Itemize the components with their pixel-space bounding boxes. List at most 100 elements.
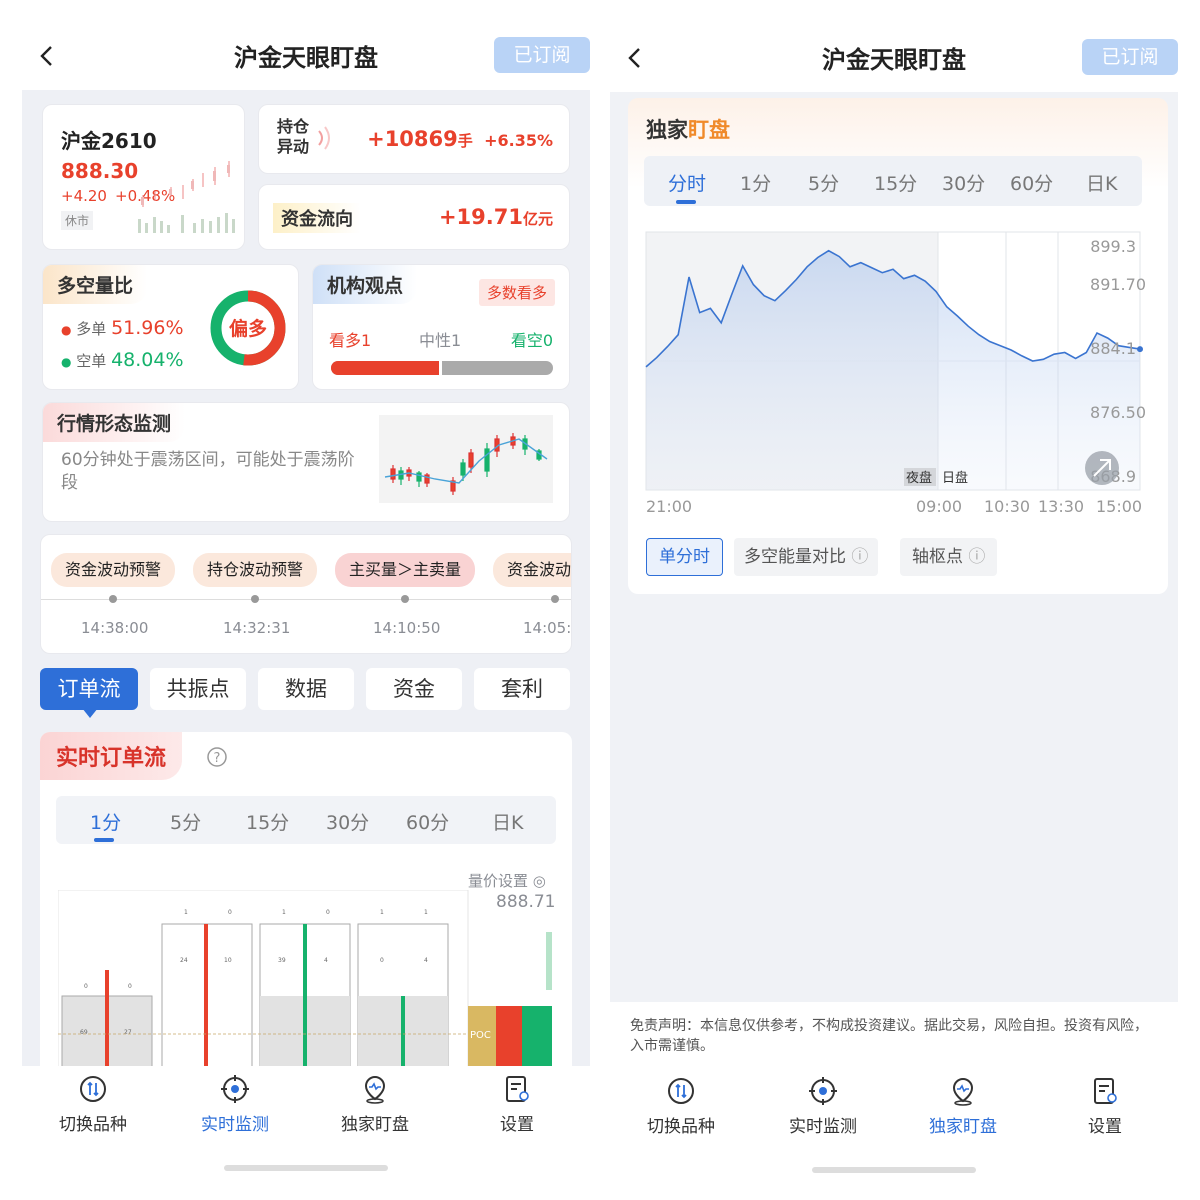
tab-arbitrage[interactable]: 套利 bbox=[474, 668, 570, 710]
volume-price-settings-link[interactable]: 量价设置 ◎ bbox=[468, 870, 546, 891]
tab-realtime-monitor[interactable]: 实时监测 bbox=[768, 1076, 878, 1137]
left-screen: 沪金天眼盯盘 已订阅 沪金2610 888.30 +4.20 +0.48% 休市 bbox=[22, 0, 590, 1200]
tab-realtime-monitor[interactable]: 实时监测 bbox=[180, 1074, 290, 1135]
svg-text:1: 1 bbox=[184, 909, 188, 916]
right-screen: 沪金天眼盯盘 已订阅 独家盯盘 分时 1分 5分 15分 30分 60分 日K bbox=[610, 0, 1178, 1200]
long-short-donut: 偏多 bbox=[210, 290, 286, 366]
timeline-dot bbox=[551, 595, 559, 603]
timeline-axis bbox=[41, 599, 571, 600]
period-tab-60m[interactable]: 60分 bbox=[406, 808, 449, 835]
position-alert-card[interactable]: 持仓 异动 +10869手 +6.35% bbox=[258, 104, 570, 174]
pattern-card[interactable]: 行情形态监测 60分钟处于震荡区间，可能处于震荡阶段 bbox=[42, 402, 570, 522]
institution-badge: 多数看多 bbox=[478, 279, 555, 306]
svg-text:1: 1 bbox=[424, 909, 428, 916]
fund-flow-unit: 亿元 bbox=[522, 210, 553, 228]
neutral-count: 中性1 bbox=[419, 331, 462, 350]
single-timeshare-button[interactable]: 单分时 bbox=[646, 538, 723, 576]
tab-switch-symbol[interactable]: 切换品种 bbox=[38, 1074, 148, 1135]
period-tab-5m[interactable]: 5分 bbox=[170, 808, 201, 835]
home-indicator bbox=[224, 1165, 388, 1171]
orderflow-title: 实时订单流 bbox=[40, 732, 183, 780]
bear-count: 看空0 bbox=[510, 331, 553, 350]
position-unit: 手 bbox=[457, 132, 473, 150]
pivot-point-button[interactable]: 轴枢点 ⓘ bbox=[900, 538, 998, 576]
svg-text:27: 27 bbox=[124, 1029, 132, 1036]
tab-resonance[interactable]: 共振点 bbox=[150, 668, 246, 710]
location-pulse-icon bbox=[952, 1077, 974, 1106]
orderflow-footprint-chart: 0 069 27 1 024 10 1 039 4 1 10 4 POC bbox=[58, 890, 552, 1072]
chart-period-tabs: 分时 1分 5分 15分 30分 60分 日K bbox=[644, 156, 1142, 206]
tab-settings[interactable]: 设置 bbox=[462, 1074, 572, 1135]
quote-card[interactable]: 沪金2610 888.30 +4.20 +0.48% 休市 bbox=[42, 104, 245, 250]
alerts-timeline-card[interactable]: 资金波动预警 持仓波动预警 主买量＞主卖量 资金波动 14:38:00 14:3… bbox=[40, 534, 572, 654]
alert-chip-3[interactable]: 主买量＞主卖量 bbox=[335, 553, 475, 587]
alert-chip-1[interactable]: 资金波动预警 bbox=[51, 553, 175, 587]
position-change-value: +10869 bbox=[367, 127, 458, 151]
panel-title: 独家盯盘 bbox=[646, 114, 730, 144]
settings-doc-icon bbox=[506, 1076, 529, 1102]
poc-label: POC bbox=[470, 1030, 491, 1041]
exclusive-watch-panel: 独家盯盘 分时 1分 5分 15分 30分 60分 日K 899.3 891.7… bbox=[628, 98, 1168, 594]
period-tab-60m[interactable]: 60分 bbox=[1010, 169, 1053, 196]
tab-data[interactable]: 数据 bbox=[258, 668, 354, 710]
y-tick-label: 891.70 bbox=[1090, 275, 1146, 294]
tab-exclusive-watch[interactable]: 独家盯盘 bbox=[908, 1076, 1018, 1137]
period-tab-daily[interactable]: 日K bbox=[1086, 169, 1117, 196]
disclaimer-text: 免责声明：本信息仅供参考，不构成投资建议。据此交易，风险自担。投资有风险，入市需… bbox=[630, 1018, 1148, 1054]
active-tab-pointer bbox=[82, 708, 98, 718]
energy-compare-button[interactable]: 多空能量对比 ⓘ bbox=[734, 538, 879, 576]
settings-label: 量价设置 bbox=[468, 872, 529, 890]
pattern-description: 60分钟处于震荡区间，可能处于震荡阶段 bbox=[61, 450, 355, 493]
content-area: 独家盯盘 分时 1分 5分 15分 30分 60分 日K 899.3 891.7… bbox=[610, 92, 1178, 1002]
period-tab-15m[interactable]: 15分 bbox=[246, 808, 289, 835]
alert-time-2: 14:32:31 bbox=[223, 619, 291, 637]
alert-time-4: 14:05:2 bbox=[523, 619, 572, 637]
svg-text:69: 69 bbox=[80, 1029, 88, 1036]
help-icon[interactable]: ⓘ bbox=[968, 547, 985, 567]
price-change: +4.20 bbox=[61, 187, 107, 205]
tab-exclusive-watch[interactable]: 独家盯盘 bbox=[320, 1074, 430, 1135]
tab-label-exclusive: 独家盯盘 bbox=[929, 1117, 997, 1137]
subscribe-button[interactable]: 已订阅 bbox=[494, 37, 590, 73]
pivot-point-label: 轴枢点 bbox=[912, 547, 963, 567]
night-session-label: 夜盘 bbox=[906, 470, 932, 486]
institution-card[interactable]: 机构观点 多数看多 看多1 中性1 看空0 bbox=[312, 264, 570, 390]
period-tab-30m[interactable]: 30分 bbox=[942, 169, 985, 196]
short-dot-icon: ● bbox=[61, 355, 72, 369]
alert-chip-4[interactable]: 资金波动 bbox=[493, 553, 571, 587]
period-tab-5m[interactable]: 5分 bbox=[808, 169, 839, 196]
period-tab-15m[interactable]: 15分 bbox=[874, 169, 917, 196]
tab-label-realtime: 实时监测 bbox=[201, 1115, 269, 1135]
nav-bar: 沪金天眼盯盘 已订阅 bbox=[22, 28, 590, 84]
period-tab-daily[interactable]: 日K bbox=[492, 808, 523, 835]
help-icon[interactable]: ⓘ bbox=[851, 547, 868, 567]
alert-chip-2[interactable]: 持仓波动预警 bbox=[193, 553, 317, 587]
period-tab-30m[interactable]: 30分 bbox=[326, 808, 369, 835]
tab-label-realtime: 实时监测 bbox=[789, 1117, 857, 1137]
x-tick-label: 13:30 bbox=[1038, 497, 1084, 516]
svg-text:10: 10 bbox=[224, 957, 232, 964]
long-short-title: 多空量比 bbox=[43, 265, 148, 304]
fund-flow-label: 资金流向 bbox=[273, 203, 361, 233]
svg-text:24: 24 bbox=[180, 957, 188, 964]
pattern-kline-thumbnail bbox=[379, 415, 553, 503]
help-icon[interactable]: ? bbox=[206, 746, 228, 768]
period-tab-1m[interactable]: 1分 bbox=[740, 169, 771, 196]
svg-text:4: 4 bbox=[324, 957, 328, 964]
tab-orderflow[interactable]: 订单流 bbox=[40, 668, 138, 710]
tab-label-settings: 设置 bbox=[500, 1115, 534, 1135]
settings-icon: ◎ bbox=[532, 872, 546, 890]
tab-switch-symbol[interactable]: 切换品种 bbox=[626, 1076, 736, 1137]
long-short-card[interactable]: 多空量比 ● 多单 51.96% ● 空单 48.04% 偏多 bbox=[42, 264, 299, 390]
svg-text:0: 0 bbox=[128, 983, 132, 990]
period-tab-timeshare[interactable]: 分时 bbox=[668, 169, 706, 196]
fund-flow-card[interactable]: 资金流向 +19.71亿元 bbox=[258, 184, 570, 250]
period-tab-1m[interactable]: 1分 bbox=[90, 808, 121, 835]
expand-chart-icon[interactable] bbox=[1085, 451, 1119, 485]
tab-settings[interactable]: 设置 bbox=[1050, 1076, 1160, 1137]
tab-funds[interactable]: 资金 bbox=[366, 668, 462, 710]
alert-time-3: 14:10:50 bbox=[373, 619, 441, 637]
timeline-dot bbox=[109, 595, 117, 603]
subscribe-button[interactable]: 已订阅 bbox=[1082, 39, 1178, 75]
switch-symbol-icon bbox=[668, 1078, 694, 1104]
